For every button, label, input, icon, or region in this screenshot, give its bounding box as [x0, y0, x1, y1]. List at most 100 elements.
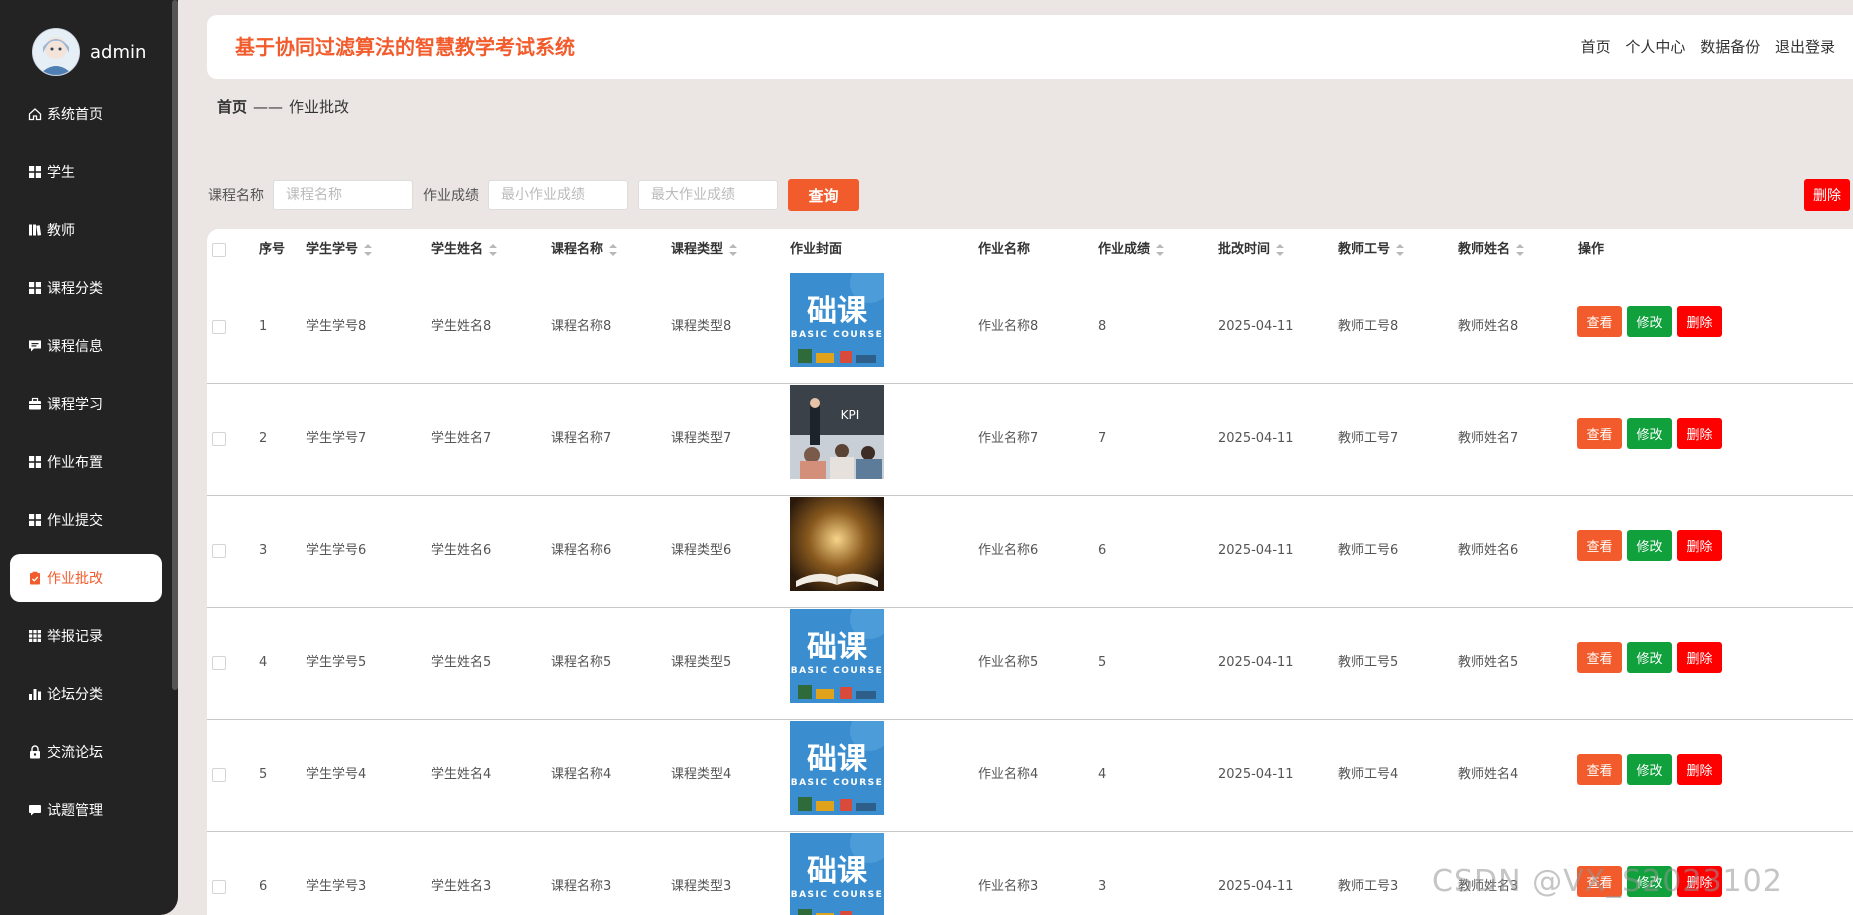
row-index-cell: 5	[259, 767, 268, 782]
sidebar-item-0[interactable]: 系统首页	[10, 90, 162, 138]
min-score-input[interactable]	[488, 180, 628, 210]
student-no-cell: 学生学号8	[306, 319, 367, 334]
row-checkbox[interactable]	[212, 544, 226, 558]
grid-icon	[28, 281, 42, 295]
col-course-name-header[interactable]: 课程名称	[551, 229, 618, 271]
sort-icon[interactable]	[1156, 243, 1165, 257]
sort-icon[interactable]	[729, 243, 738, 257]
breadcrumb-home[interactable]: 首页	[217, 98, 247, 116]
col-actions-header: 操作	[1578, 229, 1604, 271]
course-type-cell: 课程类型5	[671, 655, 732, 670]
nav-backup-link[interactable]: 数据备份	[1700, 38, 1760, 56]
col-score-header[interactable]: 作业成绩	[1098, 229, 1165, 271]
col-student-name-header[interactable]: 学生姓名	[431, 229, 498, 271]
score-cell: 5	[1098, 655, 1107, 670]
view-button[interactable]: 查看	[1577, 754, 1622, 785]
sidebar-item-7[interactable]: 作业提交	[10, 496, 162, 544]
col-teacher-no-header[interactable]: 教师工号	[1338, 229, 1405, 271]
sidebar-item-6[interactable]: 作业布置	[10, 438, 162, 486]
sidebar-item-label: 论坛分类	[47, 687, 103, 703]
review-time-cell: 2025-04-11	[1218, 655, 1294, 670]
col-teacher-name-header[interactable]: 教师姓名	[1458, 229, 1525, 271]
sidebar-item-label: 课程学习	[47, 397, 103, 413]
homework-cover-image[interactable]: 础课 BASIC COURSE	[790, 273, 884, 367]
delete-button[interactable]: 删除	[1677, 642, 1722, 673]
teacher-no-cell: 教师工号3	[1338, 879, 1399, 894]
sidebar-scrollbar[interactable]	[172, 0, 178, 690]
homework-name-cell: 作业名称4	[978, 767, 1039, 782]
review-time-cell: 2025-04-11	[1218, 543, 1294, 558]
teacher-name-cell: 教师姓名7	[1458, 431, 1519, 446]
nav-home-link[interactable]: 首页	[1581, 38, 1611, 56]
avatar[interactable]	[32, 28, 80, 76]
edit-button[interactable]: 修改	[1627, 418, 1672, 449]
student-no-cell: 学生学号4	[306, 767, 367, 782]
sort-icon[interactable]	[1516, 243, 1525, 257]
sidebar-item-12[interactable]: 试题管理	[10, 786, 162, 834]
sort-icon[interactable]	[1276, 243, 1285, 257]
row-checkbox[interactable]	[212, 320, 226, 334]
sort-icon[interactable]	[1396, 243, 1405, 257]
sidebar-item-1[interactable]: 学生	[10, 148, 162, 196]
col-course-type-header[interactable]: 课程类型	[671, 229, 738, 271]
edit-button[interactable]: 修改	[1627, 642, 1672, 673]
edit-button[interactable]: 修改	[1627, 306, 1672, 337]
delete-button[interactable]: 删除	[1677, 306, 1722, 337]
row-checkbox[interactable]	[212, 656, 226, 670]
edit-button[interactable]: 修改	[1627, 754, 1672, 785]
nav-logout-link[interactable]: 退出登录	[1775, 38, 1835, 56]
row-actions: 查看 修改 删除	[1577, 754, 1727, 785]
table-row: 4 学生学号5 学生姓名5 课程名称5 课程类型5 作业名称5 5 2025-04-11 教师工…	[207, 607, 1853, 720]
table-row: 2 学生学号7 学生姓名7 课程名称7 课程类型7 作业名称7 7 2025-04-11 教师工…	[207, 383, 1853, 496]
sidebar-item-label: 系统首页	[47, 107, 103, 123]
table-row: 1 学生学号8 学生姓名8 课程名称8 课程类型8 作业名称8 8 2025-04-11 教师工…	[207, 271, 1853, 384]
view-button[interactable]: 查看	[1577, 642, 1622, 673]
sidebar-item-label: 学生	[47, 165, 75, 181]
student-name-cell: 学生姓名3	[431, 879, 492, 894]
row-checkbox[interactable]	[212, 880, 226, 894]
col-review-time-header[interactable]: 批改时间	[1218, 229, 1285, 271]
sidebar-item-4[interactable]: 课程信息	[10, 322, 162, 370]
batch-delete-button[interactable]: 删除	[1804, 179, 1850, 211]
student-no-cell: 学生学号5	[306, 655, 367, 670]
sidebar-item-3[interactable]: 课程分类	[10, 264, 162, 312]
sidebar-item-label: 教师	[47, 223, 75, 239]
query-button[interactable]: 查询	[788, 179, 859, 211]
view-button[interactable]: 查看	[1577, 418, 1622, 449]
col-student-no-header[interactable]: 学生学号	[306, 229, 373, 271]
homework-cover-image[interactable]: 础课 BASIC COURSE	[790, 721, 884, 815]
sidebar-item-label: 作业提交	[47, 513, 103, 529]
sidebar-item-8[interactable]: 作业批改	[10, 554, 162, 602]
row-checkbox[interactable]	[212, 768, 226, 782]
sidebar-item-11[interactable]: 交流论坛	[10, 728, 162, 776]
view-button[interactable]: 查看	[1577, 530, 1622, 561]
select-all-checkbox[interactable]	[212, 243, 226, 257]
course-name-input[interactable]	[273, 180, 413, 210]
score-cell: 6	[1098, 543, 1107, 558]
breadcrumb: 首页 —— 作业批改	[217, 96, 349, 117]
sidebar-item-9[interactable]: 举报记录	[10, 612, 162, 660]
page-title: 基于协同过滤算法的智慧教学考试系统	[235, 35, 575, 59]
sort-icon[interactable]	[364, 243, 373, 257]
max-score-input[interactable]	[638, 180, 778, 210]
delete-button[interactable]: 删除	[1677, 530, 1722, 561]
sort-icon[interactable]	[489, 243, 498, 257]
sidebar-item-2[interactable]: 教师	[10, 206, 162, 254]
homework-cover-image[interactable]: 础课 BASIC COURSE	[790, 609, 884, 703]
sidebar-item-5[interactable]: 课程学习	[10, 380, 162, 428]
homework-cover-image[interactable]: 础课 BASIC COURSE	[790, 833, 884, 915]
view-button[interactable]: 查看	[1577, 306, 1622, 337]
homework-cover-image[interactable]	[790, 497, 884, 591]
breadcrumb-separator: ——	[253, 98, 284, 116]
delete-button[interactable]: 删除	[1677, 418, 1722, 449]
sort-icon[interactable]	[609, 243, 618, 257]
sidebar-item-label: 课程分类	[47, 281, 103, 297]
score-cell: 3	[1098, 879, 1107, 894]
sidebar-item-10[interactable]: 论坛分类	[10, 670, 162, 718]
delete-button[interactable]: 删除	[1677, 754, 1722, 785]
row-checkbox[interactable]	[212, 432, 226, 446]
nav-profile-link[interactable]: 个人中心	[1625, 38, 1685, 56]
edit-button[interactable]: 修改	[1627, 530, 1672, 561]
homework-cover-image[interactable]: KPI	[790, 385, 884, 479]
column-title: 作业成绩	[1098, 242, 1151, 257]
